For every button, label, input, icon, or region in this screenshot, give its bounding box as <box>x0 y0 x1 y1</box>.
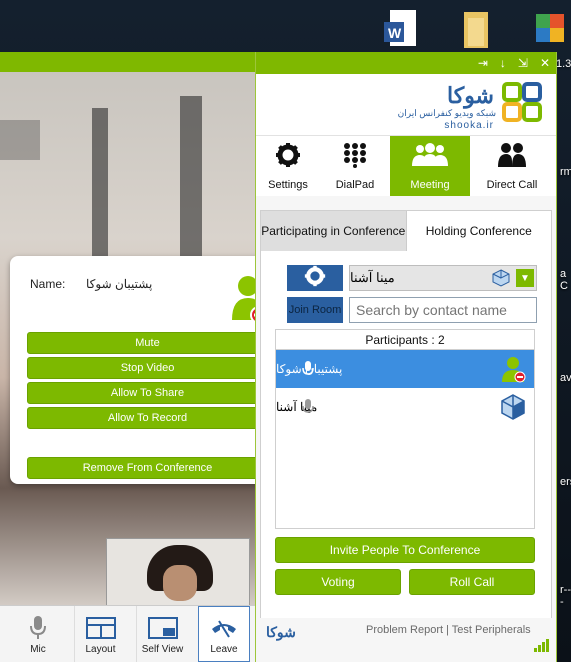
tab-direct-call[interactable]: Direct Call <box>473 136 551 196</box>
popup-name-value: پشتیبان شوکا <box>86 277 153 291</box>
invite-people-button[interactable]: Invite People To Conference <box>275 537 535 563</box>
footer-links[interactable]: Problem Report | Test Peripherals <box>366 624 531 636</box>
dock-icon[interactable]: ⇥ <box>478 56 488 70</box>
participant-row[interactable]: پشتیبان شوکا <box>276 350 534 388</box>
folder-icon[interactable] <box>456 8 496 52</box>
search-row: Join Room <box>285 297 537 323</box>
tab-dialpad-label: DialPad <box>335 178 375 191</box>
tab-meeting[interactable]: Meeting <box>390 136 470 196</box>
meeting-icon <box>410 142 450 175</box>
video-background-shape <box>92 108 108 258</box>
brand-header: شوکا شبکه ویدیو کنفرانس ایران shooka.ir <box>256 74 556 136</box>
video-toolbar: Mic Layout Self View Leave <box>0 605 256 662</box>
video-window-titlebar[interactable] <box>0 52 256 72</box>
room-select[interactable]: مینا آشنا ▼ <box>349 265 537 291</box>
room-select-value: مینا آشنا <box>350 270 395 285</box>
shooka-main-panel: ⇥ ↓ ⇲ ✕ شوکا شبکه ویدیو کنفرانس ایران sh… <box>255 52 557 662</box>
desktop-label-2: rm <box>560 166 571 178</box>
self-view-face <box>163 565 197 601</box>
participants-header: Participants : 2 <box>276 330 534 350</box>
join-room-button[interactable]: Join Room <box>287 297 343 323</box>
self-view-button[interactable]: Self View <box>136 606 188 662</box>
microphone-icon[interactable] <box>302 398 314 419</box>
direct-call-icon <box>497 142 527 175</box>
participant-actions-popup: Name: پشتیبان شوکا Mute Stop Video Allow… <box>10 256 298 484</box>
desktop-label-1: 1.3.1 <box>556 58 571 70</box>
desktop-label-3: a C <box>560 268 568 292</box>
mic-button[interactable]: Mic <box>12 606 64 662</box>
desktop-label-5: ers <box>560 476 571 488</box>
gear-icon <box>304 265 326 292</box>
voting-button[interactable]: Voting <box>275 569 401 595</box>
layout-button[interactable]: Layout <box>74 606 126 662</box>
word-document-icon[interactable]: W <box>382 8 422 52</box>
mute-button[interactable]: Mute <box>27 332 268 354</box>
app-shortcut-icon[interactable] <box>530 8 570 52</box>
stop-video-button[interactable]: Stop Video <box>27 357 268 379</box>
main-nav-tabs: Settings DialPad Meeting Direct Call <box>256 136 556 196</box>
minimize-icon[interactable]: ↓ <box>500 56 506 70</box>
gear-icon <box>275 142 301 175</box>
tab-participating-in-conference[interactable]: Participating in Conference <box>261 211 407 251</box>
signal-strength-icon <box>534 638 550 655</box>
close-icon[interactable]: ✕ <box>540 56 550 70</box>
microphone-icon <box>23 614 53 642</box>
tab-holding-conference[interactable]: Holding Conference <box>407 211 552 251</box>
layout-label: Layout <box>85 643 116 655</box>
mic-label: Mic <box>30 643 46 655</box>
popout-icon[interactable]: ⇲ <box>518 56 528 70</box>
video-background-shape <box>0 120 40 160</box>
brand-logo-url: shooka.ir <box>444 120 494 131</box>
participant-row[interactable]: مینا آشنا <box>276 388 534 426</box>
roll-call-button[interactable]: Roll Call <box>409 569 535 595</box>
self-view-label: Self View <box>141 643 184 655</box>
tab-settings-label: Settings <box>268 178 308 191</box>
leave-button[interactable]: Leave <box>198 606 250 662</box>
brand-logo-subtitle: شبکه ویدیو کنفرانس ایران <box>397 108 496 118</box>
panel-titlebar[interactable]: ⇥ ↓ ⇲ ✕ <box>256 52 556 74</box>
meeting-content: Participating in Conference Holding Conf… <box>260 210 552 638</box>
self-view-icon <box>147 614 178 642</box>
tab-settings[interactable]: Settings <box>256 136 320 196</box>
dialpad-icon <box>342 142 368 175</box>
remove-from-conference-button[interactable]: Remove From Conference <box>27 457 268 479</box>
footer-logo: شوکا <box>266 624 296 640</box>
chevron-down-icon[interactable]: ▼ <box>516 269 534 287</box>
leave-call-icon <box>209 614 239 642</box>
room-settings-button[interactable] <box>287 265 343 291</box>
microphone-icon[interactable] <box>302 360 314 381</box>
meeting-sub-tabs: Participating in Conference Holding Conf… <box>261 211 551 251</box>
svg-text:W: W <box>388 25 402 41</box>
room-cube-icon <box>500 393 526 421</box>
brand-logo-text: شوکا <box>447 83 494 108</box>
room-row: مینا آشنا ▼ <box>285 265 537 291</box>
room-cube-icon <box>492 269 510 292</box>
tab-dialpad[interactable]: DialPad <box>323 136 387 196</box>
layout-icon <box>85 614 116 642</box>
video-background-shape <box>180 96 202 276</box>
leave-label: Leave <box>210 643 238 655</box>
tab-meeting-label: Meeting <box>410 178 450 191</box>
brand-logo-icon <box>502 82 542 122</box>
desktop-label-6: r--- <box>560 584 571 608</box>
contact-search-input[interactable] <box>349 297 537 323</box>
allow-to-share-button[interactable]: Allow To Share <box>27 382 268 404</box>
allow-to-record-button[interactable]: Allow To Record <box>27 407 268 429</box>
participant-avatar-icon <box>500 355 526 383</box>
popup-name-label: Name: <box>30 277 66 291</box>
panel-footer: شوکا Problem Report | Test Peripherals <box>256 618 556 662</box>
tab-direct-call-label: Direct Call <box>486 178 538 191</box>
desktop-label-4: ava <box>560 372 571 384</box>
participants-list: Participants : 2 پشتیبان شوکا مینا آشنا <box>275 329 535 529</box>
